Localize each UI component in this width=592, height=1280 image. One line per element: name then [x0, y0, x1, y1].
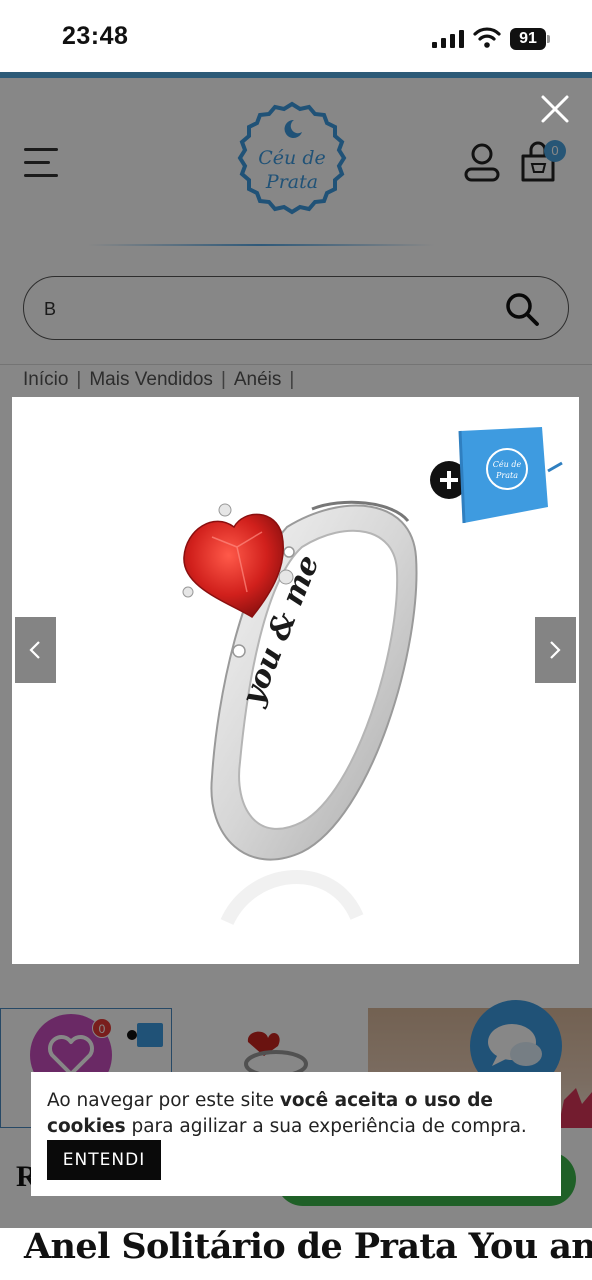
battery-icon: 91: [510, 28, 550, 50]
product-title: Anel Solitário de Prata You and: [24, 1226, 592, 1267]
previous-image-button[interactable]: [15, 617, 56, 683]
ring-image: you & me Céu de Prata: [182, 427, 563, 926]
wifi-icon: [473, 27, 501, 48]
signal-icon: [432, 30, 464, 48]
chevron-left-icon: [29, 641, 40, 659]
box-logo-text-2: Prata: [495, 471, 518, 480]
chevron-right-icon: [550, 641, 561, 659]
box-logo-text-1: Céu de: [493, 460, 522, 469]
next-image-button[interactable]: [535, 617, 576, 683]
cookie-accept-button[interactable]: ENTENDI: [47, 1140, 161, 1180]
cookie-banner: Ao navegar por este site você aceita o u…: [31, 1072, 561, 1196]
close-icon[interactable]: [540, 94, 570, 124]
status-time: 23:48: [62, 22, 129, 50]
cookie-message: Ao navegar por este site você aceita o u…: [47, 1090, 527, 1137]
product-image-lightbox: you & me Céu de Prata: [12, 397, 579, 964]
status-bar: 23:48 91: [0, 0, 592, 72]
battery-level: 91: [519, 30, 537, 47]
